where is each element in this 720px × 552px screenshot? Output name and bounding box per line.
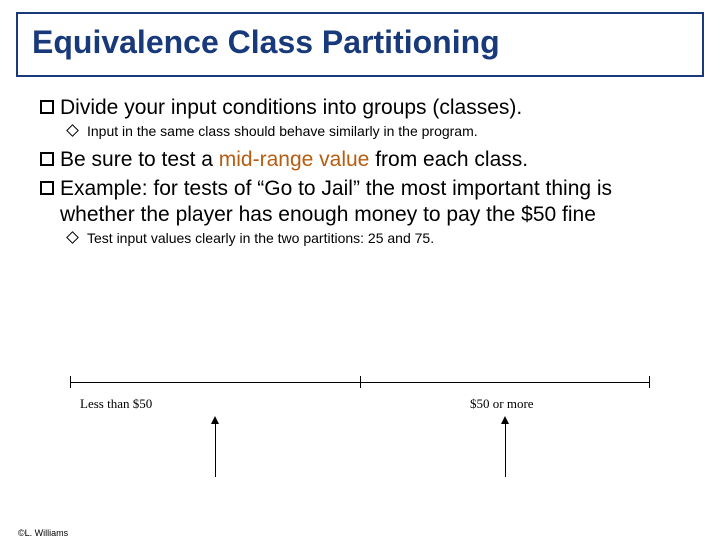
square-bullet-icon	[40, 152, 54, 166]
tick-mark	[360, 376, 361, 388]
arrow-shaft	[215, 422, 216, 477]
diamond-bullet-icon	[66, 124, 79, 137]
square-bullet-icon	[40, 100, 54, 114]
copyright-footer: ©L. Williams	[18, 528, 68, 538]
partition-label-right: $50 or more	[470, 396, 534, 412]
bullet-text: Example: for tests of “Go to Jail” the m…	[60, 176, 690, 229]
tick-mark	[70, 376, 71, 388]
content-area: Divide your input conditions into groups…	[40, 95, 690, 246]
slide-title: Equivalence Class Partitioning	[32, 24, 688, 61]
sub-bullet-item: Test input values clearly in the two par…	[68, 230, 690, 246]
bullet-item: Be sure to test a mid-range value from e…	[40, 147, 690, 173]
sub-bullet-item: Input in the same class should behave si…	[68, 123, 690, 139]
tick-mark	[649, 376, 650, 388]
bullet-item: Divide your input conditions into groups…	[40, 95, 690, 121]
square-bullet-icon	[40, 181, 54, 195]
bullet-text: Be sure to test a mid-range value from e…	[60, 147, 690, 173]
bullet-text: Divide your input conditions into groups…	[60, 95, 690, 121]
highlighted-term: mid-range value	[219, 148, 370, 171]
title-container: Equivalence Class Partitioning	[16, 12, 704, 77]
number-line-diagram: Less than $50 $50 or more	[70, 382, 650, 502]
diamond-bullet-icon	[66, 231, 79, 244]
bullet-item: Example: for tests of “Go to Jail” the m…	[40, 176, 690, 229]
sub-bullet-text: Test input values clearly in the two par…	[87, 230, 690, 246]
sub-bullet-text: Input in the same class should behave si…	[87, 123, 690, 139]
arrow-shaft	[505, 422, 506, 477]
partition-label-left: Less than $50	[80, 396, 152, 412]
